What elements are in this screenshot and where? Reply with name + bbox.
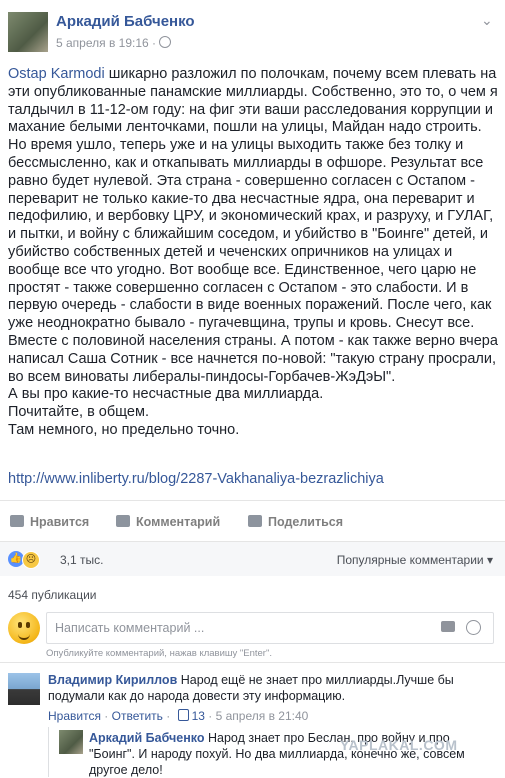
watermark: YAPLAKAL.COM bbox=[340, 737, 458, 753]
post-actions: Нравится Комментарий Поделиться bbox=[0, 500, 505, 541]
post-paragraph: Там немного, но предельно точно. bbox=[8, 421, 240, 438]
comment-label: Комментарий bbox=[136, 515, 221, 529]
timestamp-text[interactable]: 5 апреля в 19:16 · bbox=[56, 36, 156, 50]
chevron-down-icon[interactable]: ⌄ bbox=[481, 12, 493, 29]
reply-avatar[interactable] bbox=[59, 730, 83, 754]
avatar-eye bbox=[26, 622, 30, 628]
post-body: Ostap Karmodi шикарно разложил по полочк… bbox=[8, 66, 498, 440]
like-button[interactable]: Нравится bbox=[10, 515, 89, 529]
comment-item: Владимир Кириллов Народ ещё не знает про… bbox=[0, 662, 505, 723]
comment-placeholder: Написать комментарий ... bbox=[55, 621, 205, 635]
avatar-mouth bbox=[18, 632, 30, 640]
reactions-bar: 👍 ☹ 3,1 тыс. Популярные комментарии ▾ bbox=[0, 541, 505, 576]
comment-input[interactable]: Написать комментарий ... bbox=[46, 612, 494, 644]
comment-sort-dropdown[interactable]: Популярные комментарии ▾ bbox=[337, 553, 493, 567]
comment-meta: Нравится · Ответить · 13 · 5 апреля в 21… bbox=[48, 709, 309, 723]
like-label: Нравится bbox=[30, 515, 90, 529]
post-timestamp[interactable]: 5 апреля в 19:16 · bbox=[56, 36, 172, 50]
comment-button[interactable]: Комментарий bbox=[116, 515, 220, 529]
comment-icon bbox=[116, 515, 130, 527]
camera-icon[interactable] bbox=[441, 621, 455, 632]
comment-reply-link[interactable]: Ответить bbox=[112, 709, 163, 723]
thumbs-up-icon bbox=[10, 515, 24, 527]
globe-icon bbox=[159, 36, 172, 48]
user-avatar bbox=[8, 612, 40, 644]
share-label: Поделиться bbox=[268, 515, 344, 529]
comment-text: Владимир Кириллов Народ ещё не знает про… bbox=[48, 672, 498, 704]
post-paragraph: Ostap Karmodi шикарно разложил по полочк… bbox=[8, 66, 498, 386]
commenter-name[interactable]: Владимир Кириллов bbox=[48, 673, 177, 687]
author-avatar[interactable] bbox=[8, 12, 48, 52]
post-paragraph: Почитайте, в общем. bbox=[8, 404, 149, 421]
share-count[interactable]: 454 публикации bbox=[8, 588, 97, 602]
sticker-icon[interactable] bbox=[466, 620, 481, 635]
comment-like-link[interactable]: Нравится bbox=[48, 709, 101, 723]
article-link[interactable]: http://www.inliberty.ru/blog/2287-Vakhan… bbox=[8, 471, 384, 487]
sad-reaction-icon[interactable]: ☹ bbox=[22, 551, 40, 569]
avatar-eye bbox=[18, 622, 22, 628]
reaction-count[interactable]: 3,1 тыс. bbox=[60, 553, 103, 567]
mention-link[interactable]: Ostap Karmodi bbox=[8, 66, 105, 82]
comment-time[interactable]: 5 апреля в 21:40 bbox=[216, 709, 309, 723]
enter-hint: Опубликуйте комментарий, нажав клавишу "… bbox=[46, 648, 272, 659]
paragraph-text: шикарно разложил по полочкам, почему все… bbox=[8, 66, 498, 385]
post-paragraph: А вы про какие-то несчастные два миллиар… bbox=[8, 386, 324, 403]
post-author[interactable]: Аркадий Бабченко bbox=[56, 13, 195, 30]
comment-like-count[interactable]: 13 bbox=[192, 709, 205, 723]
reply-author[interactable]: Аркадий Бабченко bbox=[89, 731, 204, 745]
commenter-avatar[interactable] bbox=[8, 673, 40, 705]
share-icon bbox=[248, 515, 262, 527]
thumbs-up-icon bbox=[177, 709, 189, 721]
share-button[interactable]: Поделиться bbox=[248, 515, 343, 529]
